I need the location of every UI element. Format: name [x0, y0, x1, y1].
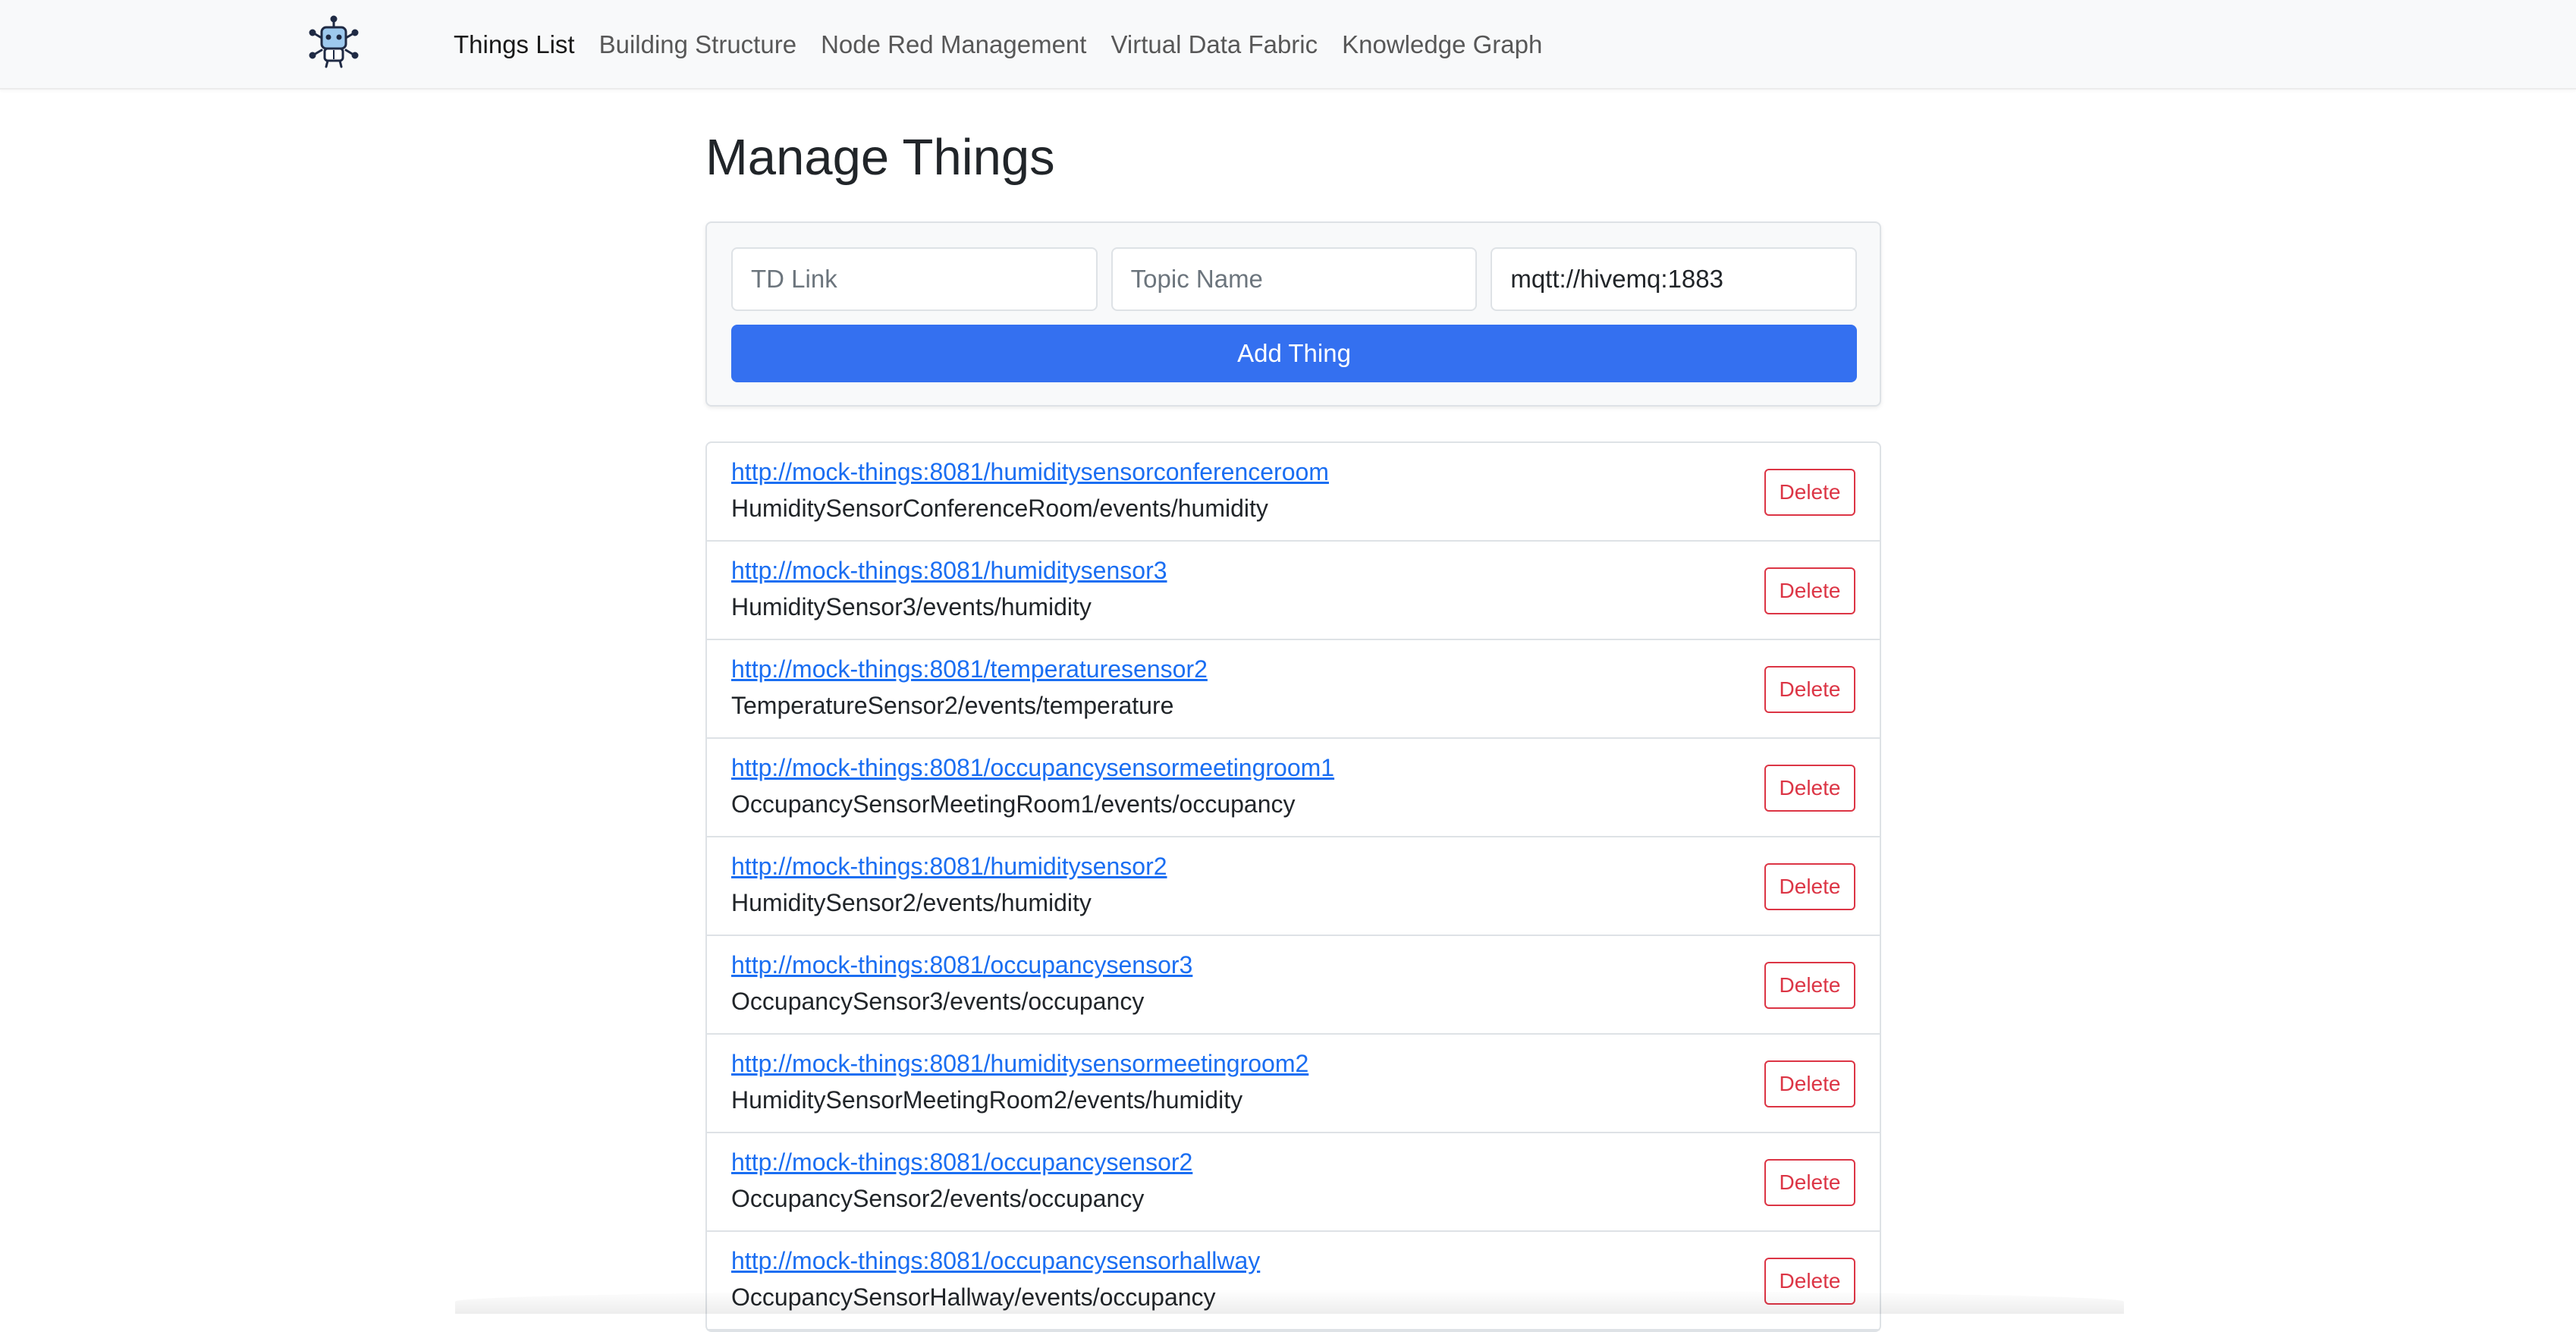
delete-button[interactable]: Delete	[1764, 1060, 1855, 1107]
list-item: http://mock-things:8081/humiditysensorco…	[707, 443, 1880, 542]
list-item: http://mock-things:8081/occupancysensorh…	[707, 1232, 1880, 1330]
thing-topic: OccupancySensorHallway/events/occupancy	[731, 1283, 1216, 1311]
nav-link-node-red-management[interactable]: Node Red Management	[821, 30, 1086, 59]
thing-td-link[interactable]: http://mock-things:8081/humiditysensorco…	[731, 458, 1329, 486]
top-navbar: Things List Building Structure Node Red …	[0, 0, 2576, 90]
thing-td-link[interactable]: http://mock-things:8081/humiditysensorme…	[731, 1050, 1308, 1078]
thing-td-link[interactable]: http://mock-things:8081/occupancysensor3	[731, 951, 1192, 979]
brand-logo-icon[interactable]	[303, 15, 364, 70]
nav-link-things-list[interactable]: Things List	[454, 30, 575, 59]
delete-button[interactable]: Delete	[1764, 567, 1855, 614]
nav-link-virtual-data-fabric[interactable]: Virtual Data Fabric	[1111, 30, 1318, 59]
thing-td-link[interactable]: http://mock-things:8081/humiditysensor2	[731, 853, 1167, 881]
delete-button[interactable]: Delete	[1764, 666, 1855, 713]
delete-button[interactable]: Delete	[1764, 863, 1855, 910]
nav-link-building-structure[interactable]: Building Structure	[599, 30, 796, 59]
delete-button[interactable]: Delete	[1764, 765, 1855, 812]
list-item: http://mock-things:8081/temperaturesenso…	[707, 640, 1880, 739]
thing-topic: OccupancySensorMeetingRoom1/events/occup…	[731, 790, 1296, 818]
thing-td-link[interactable]: http://mock-things:8081/occupancysensorh…	[731, 1247, 1260, 1275]
form-inputs-row	[731, 247, 1858, 311]
td-link-input[interactable]	[731, 247, 1098, 311]
add-thing-button[interactable]: Add Thing	[731, 325, 1857, 382]
delete-button[interactable]: Delete	[1764, 962, 1855, 1009]
things-list: http://mock-things:8081/humiditysensorco…	[705, 441, 1881, 1332]
nav-link-knowledge-graph[interactable]: Knowledge Graph	[1342, 30, 1542, 59]
thing-td-link[interactable]: http://mock-things:8081/humiditysensor3	[731, 557, 1167, 585]
topic-name-input[interactable]	[1111, 247, 1478, 311]
nav-links: Things List Building Structure Node Red …	[454, 0, 1542, 90]
page-title: Manage Things	[705, 129, 1055, 186]
thing-topic: HumiditySensorMeetingRoom2/events/humidi…	[731, 1086, 1243, 1114]
thing-td-link[interactable]: http://mock-things:8081/occupancysensor2	[731, 1148, 1192, 1176]
delete-button[interactable]: Delete	[1764, 469, 1855, 516]
thing-topic: HumiditySensor3/events/humidity	[731, 593, 1092, 620]
list-item: http://mock-things:8081/humiditysensorme…	[707, 1035, 1880, 1133]
broker-url-input[interactable]	[1491, 247, 1858, 311]
list-item: http://mock-things:8081/occupancysensorm…	[707, 739, 1880, 837]
thing-topic: OccupancySensor3/events/occupancy	[731, 988, 1145, 1015]
delete-button[interactable]: Delete	[1764, 1258, 1855, 1305]
thing-topic: HumiditySensorConferenceRoom/events/humi…	[731, 495, 1268, 522]
thing-topic: HumiditySensor2/events/humidity	[731, 889, 1092, 916]
list-item: http://mock-things:8081/humiditysensor2 …	[707, 837, 1880, 936]
thing-td-link[interactable]: http://mock-things:8081/occupancysensorm…	[731, 754, 1334, 782]
thing-topic: OccupancySensor2/events/occupancy	[731, 1185, 1145, 1212]
thing-topic: TemperatureSensor2/events/temperature	[731, 692, 1174, 719]
list-item: http://mock-things:8081/humiditysensor3 …	[707, 542, 1880, 640]
add-thing-form: Add Thing	[705, 221, 1881, 407]
list-item: http://mock-things:8081/occupancysensor2…	[707, 1133, 1880, 1232]
list-item: http://mock-things:8081/occupancysensor3…	[707, 936, 1880, 1035]
thing-td-link[interactable]: http://mock-things:8081/temperaturesenso…	[731, 655, 1208, 683]
delete-button[interactable]: Delete	[1764, 1159, 1855, 1206]
